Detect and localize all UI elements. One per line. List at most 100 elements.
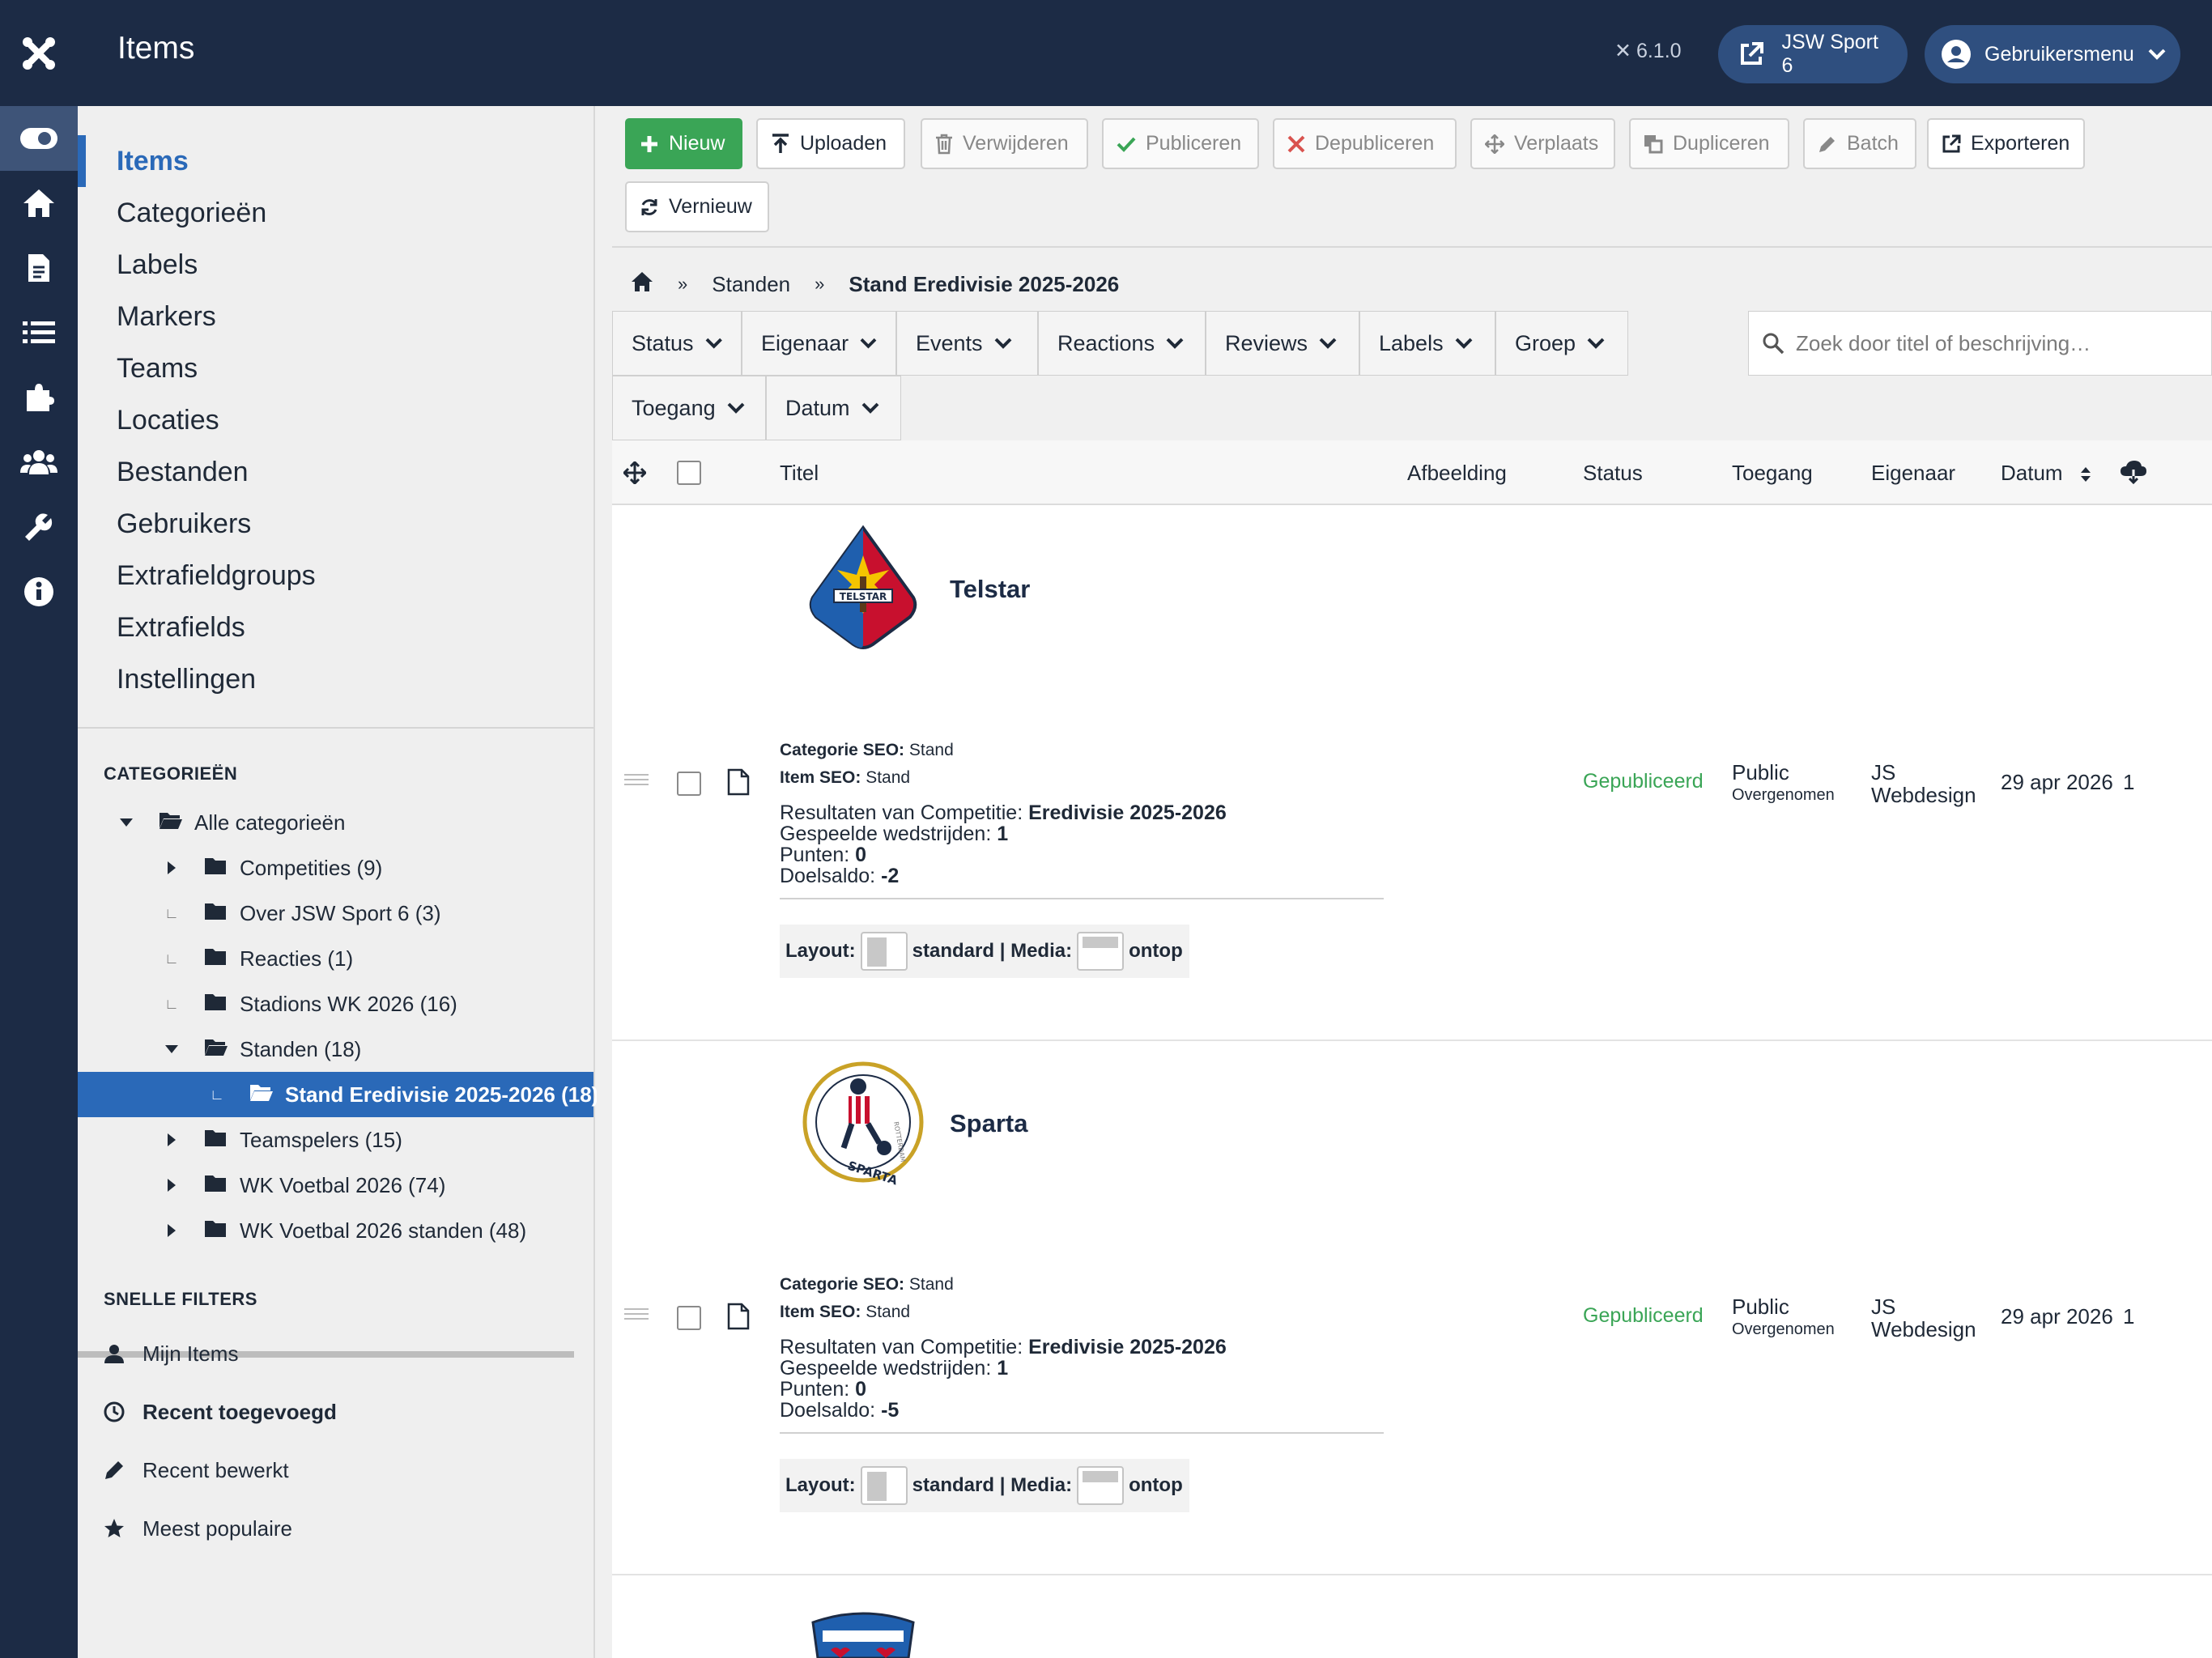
filter-access[interactable]: Toegang [612,376,766,440]
refresh-button[interactable]: Vernieuw [625,181,769,232]
quick-filter-my-items[interactable]: Mijn Items [78,1329,593,1378]
item-title[interactable]: Telstar [950,575,1030,604]
joomla-logo-icon[interactable] [0,0,78,106]
new-button[interactable]: Nieuw [625,118,742,169]
home-icon[interactable] [0,171,78,236]
submenu-item-users[interactable]: Gebruikers [78,498,593,550]
users-icon[interactable] [0,430,78,495]
chevron-down-icon [860,338,877,349]
tree-item-stadions[interactable]: ∟ Stadions WK 2026 (16) [78,981,593,1027]
tree-item-stand-eredivisie[interactable]: ∟ Stand Eredivisie 2025-2026 (18) [78,1072,598,1117]
info-icon[interactable] [0,559,78,624]
table-row: SPARTA ROTTERDAM Sparta Categorie SEO: S… [612,1041,2212,1575]
filter-owner[interactable]: Eigenaar [742,311,896,376]
status-published[interactable]: Gepubliceerd [1583,1304,1704,1328]
column-status[interactable]: Status [1583,461,1643,486]
row-divider [780,1432,1384,1434]
submenu-item-labels[interactable]: Labels [78,239,593,291]
tree-item-reacties[interactable]: ∟ Reacties (1) [78,936,593,981]
filter-group[interactable]: Groep [1495,311,1628,376]
caret-down-icon[interactable] [164,1045,180,1053]
filter-events[interactable]: Events [896,311,1038,376]
submenu-item-locations[interactable]: Locaties [78,394,593,446]
caret-right-icon[interactable] [164,1133,180,1146]
publish-button[interactable]: Publiceren [1102,118,1259,169]
cloud-download-icon[interactable] [2120,460,2147,490]
toggle-icon[interactable] [0,106,78,171]
copy-icon [1644,134,1663,153]
breadcrumb-standen[interactable]: Standen [712,272,790,297]
submenu-item-extrafieldgroups[interactable]: Extrafieldgroups [78,550,593,602]
upload-button[interactable]: Uploaden [756,118,905,169]
tree-item-all[interactable]: Alle categorieën [78,800,593,845]
tree-item-wk-voetbal[interactable]: WK Voetbal 2026 (74) [78,1163,593,1208]
quick-filters-heading: SNELLE FILTERS [104,1289,257,1309]
times-icon [1287,135,1305,152]
submenu-item-items[interactable]: Items [78,135,593,187]
site-link-button[interactable]: JSW Sport 6 [1718,25,1908,83]
filter-reviews[interactable]: Reviews [1206,311,1359,376]
status-published[interactable]: Gepubliceerd [1583,770,1704,793]
submenu-item-files[interactable]: Bestanden [78,446,593,498]
icon-rail [0,106,78,1658]
home-icon[interactable] [631,271,653,298]
column-title[interactable]: Titel [780,461,819,486]
reorder-icon[interactable] [622,460,648,490]
owner[interactable]: JS Webdesign [1871,761,1976,806]
submenu-item-markers[interactable]: Markers [78,291,593,342]
filter-date[interactable]: Datum [766,376,901,440]
export-button[interactable]: Exporteren [1927,118,2085,169]
filter-status[interactable]: Status [612,311,742,376]
caret-down-icon[interactable] [118,818,134,827]
drag-handle-icon[interactable] [624,774,649,789]
tree-item-standen[interactable]: Standen (18) [78,1027,593,1072]
document-icon [727,1303,750,1334]
upload-icon [772,133,789,153]
divider [78,727,593,729]
item-title[interactable]: Sparta [950,1109,1027,1138]
folder-icon [204,1218,227,1244]
item-hits: 1 [2123,1304,2135,1329]
unpublish-button[interactable]: Depubliceren [1273,118,1457,169]
quick-filter-popular[interactable]: Meest populaire [78,1504,593,1553]
puzzle-icon[interactable] [0,365,78,430]
row-checkbox[interactable] [677,772,701,796]
owner[interactable]: JS Webdesign [1871,1295,1976,1341]
batch-button[interactable]: Batch [1803,118,1916,169]
pencil-icon [102,1458,126,1482]
tree-item-teamspelers[interactable]: Teamspelers (15) [78,1117,593,1163]
quick-filter-recent-edited[interactable]: Recent bewerkt [78,1446,593,1494]
wrench-icon[interactable] [0,495,78,559]
user-menu-button[interactable]: Gebruikersmenu [1925,25,2180,83]
submenu-item-teams[interactable]: Teams [78,342,593,394]
quick-filter-recent-added[interactable]: Recent toegevoegd [78,1388,593,1436]
column-owner[interactable]: Eigenaar [1871,461,1955,486]
tree-item-over[interactable]: ∟ Over JSW Sport 6 (3) [78,891,593,936]
submenu-item-extrafields[interactable]: Extrafields [78,602,593,653]
duplicate-button[interactable]: Dupliceren [1629,118,1789,169]
row-divider [780,898,1384,899]
column-date[interactable]: Datum [2001,461,2091,486]
file-icon[interactable] [0,236,78,300]
svg-text:TELSTAR: TELSTAR [840,591,887,602]
caret-right-icon[interactable] [164,1179,180,1192]
folder-icon [204,856,227,881]
select-all-checkbox[interactable] [677,461,701,485]
filter-reactions[interactable]: Reactions [1038,311,1206,376]
delete-button[interactable]: Verwijderen [921,118,1088,169]
toolbar-divider [612,246,2212,248]
list-icon[interactable] [0,300,78,365]
tree-item-competities[interactable]: Competities (9) [78,845,593,891]
caret-right-icon[interactable] [164,1224,180,1237]
filter-labels[interactable]: Labels [1359,311,1495,376]
chevron-down-icon [861,402,878,414]
caret-right-icon[interactable] [164,861,180,874]
tree-item-wk-standen[interactable]: WK Voetbal 2026 standen (48) [78,1208,593,1253]
submenu-item-settings[interactable]: Instellingen [78,653,593,705]
column-access[interactable]: Toegang [1732,461,1813,486]
row-checkbox[interactable] [677,1306,701,1330]
search-input[interactable] [1796,330,2176,356]
drag-handle-icon[interactable] [624,1308,649,1323]
submenu-item-categories[interactable]: Categorieën [78,187,593,239]
move-button[interactable]: Verplaats [1470,118,1615,169]
